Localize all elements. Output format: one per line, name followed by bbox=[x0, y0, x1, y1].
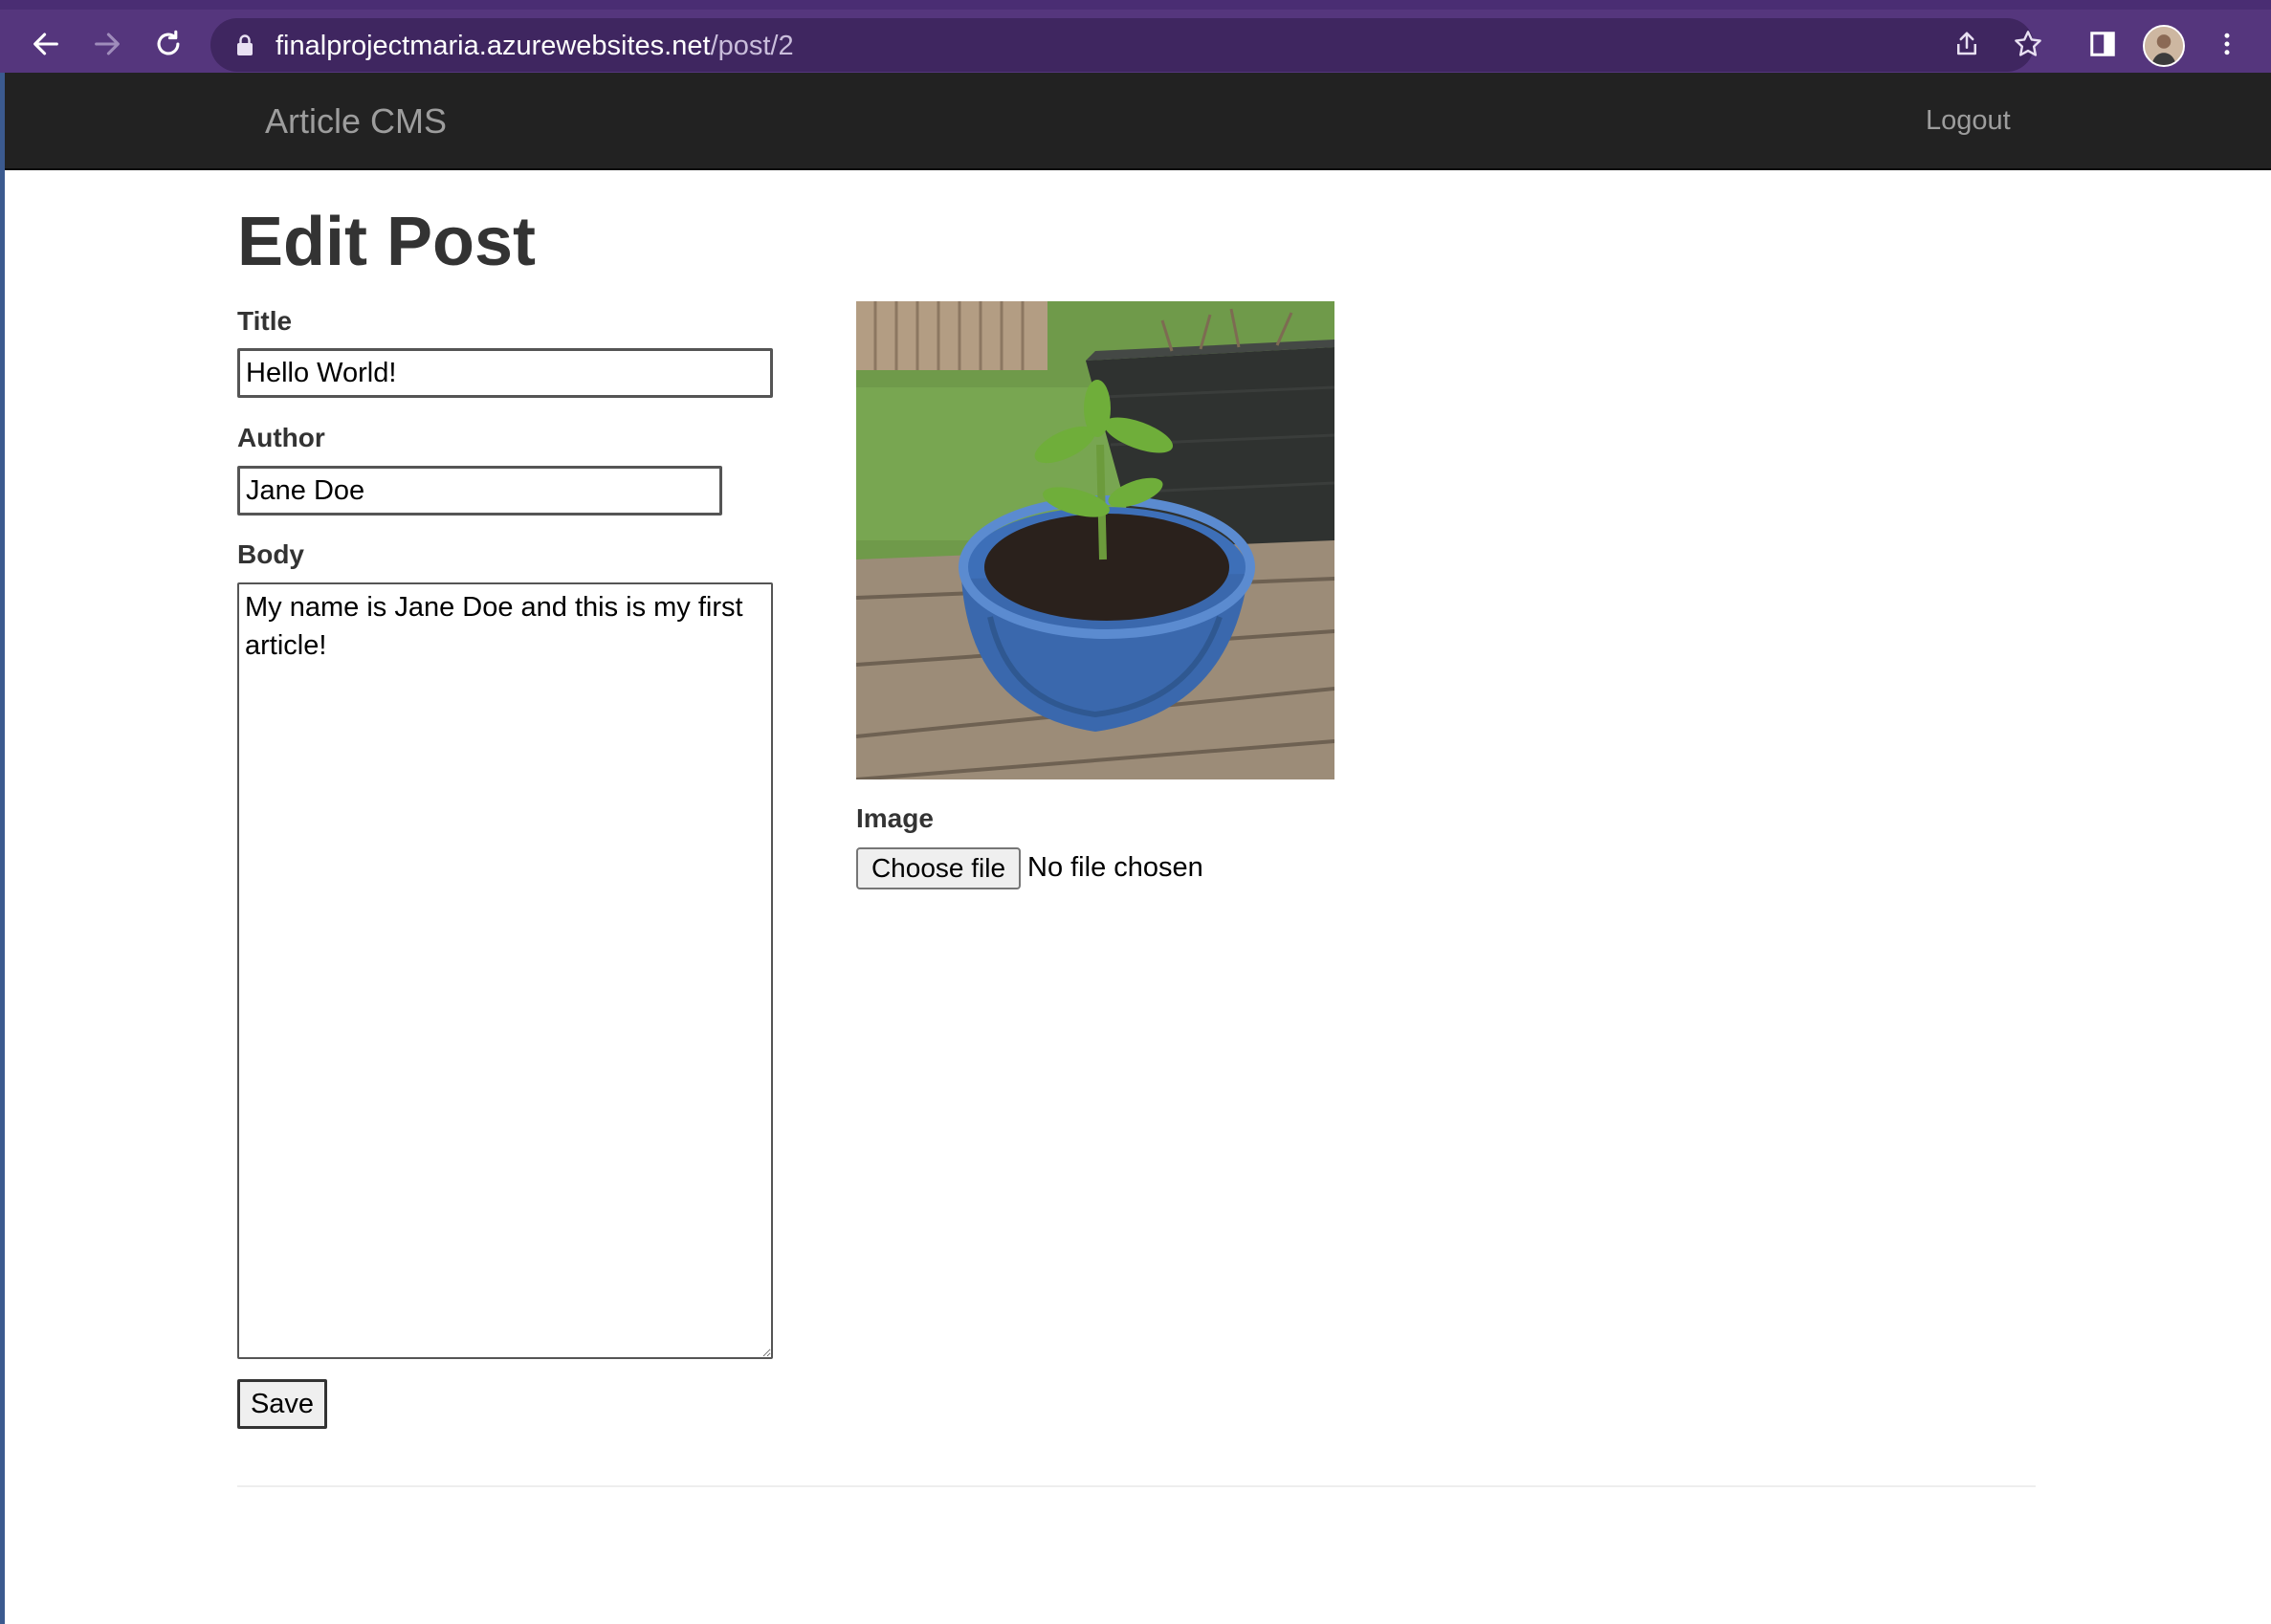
author-label: Author bbox=[237, 423, 325, 452]
title-input[interactable] bbox=[237, 348, 773, 398]
window-edge bbox=[0, 73, 5, 1624]
footer-divider bbox=[237, 1485, 2036, 1487]
share-icon[interactable] bbox=[1950, 27, 1984, 61]
logout-link[interactable]: Logout bbox=[1926, 105, 2011, 137]
lock-icon[interactable] bbox=[235, 33, 254, 56]
title-label: Title bbox=[237, 306, 293, 336]
body-label: Body bbox=[237, 539, 304, 569]
forward-arrow-icon[interactable] bbox=[86, 23, 128, 65]
app-navbar: Article CMS Logout bbox=[5, 73, 2271, 170]
file-status-text: No file chosen bbox=[1027, 852, 1203, 883]
url-host: finalprojectmaria.azurewebsites.net bbox=[276, 31, 711, 61]
page-title: Edit Post bbox=[237, 204, 537, 280]
image-label: Image bbox=[856, 803, 934, 833]
brand-link[interactable]: Article CMS bbox=[265, 101, 447, 142]
body-textarea[interactable]: My name is Jane Doe and this is my first… bbox=[237, 582, 773, 1359]
author-input[interactable] bbox=[237, 466, 722, 516]
choose-file-button[interactable]: Choose file bbox=[856, 847, 1021, 889]
browser-toolbar: finalprojectmaria.azurewebsites.net/post… bbox=[0, 0, 2271, 73]
save-button[interactable]: Save bbox=[237, 1379, 327, 1429]
address-bar[interactable]: finalprojectmaria.azurewebsites.net/post… bbox=[210, 18, 2034, 72]
reload-icon[interactable] bbox=[147, 23, 189, 65]
profile-avatar[interactable] bbox=[2143, 25, 2185, 67]
url-text[interactable]: finalprojectmaria.azurewebsites.net/post… bbox=[276, 31, 794, 62]
star-icon[interactable] bbox=[2011, 27, 2045, 61]
post-image bbox=[856, 301, 1334, 779]
menu-dots-icon[interactable] bbox=[2210, 27, 2244, 61]
back-arrow-icon[interactable] bbox=[25, 23, 67, 65]
url-path: /post/2 bbox=[710, 31, 794, 61]
side-panel-icon[interactable] bbox=[2085, 27, 2120, 61]
